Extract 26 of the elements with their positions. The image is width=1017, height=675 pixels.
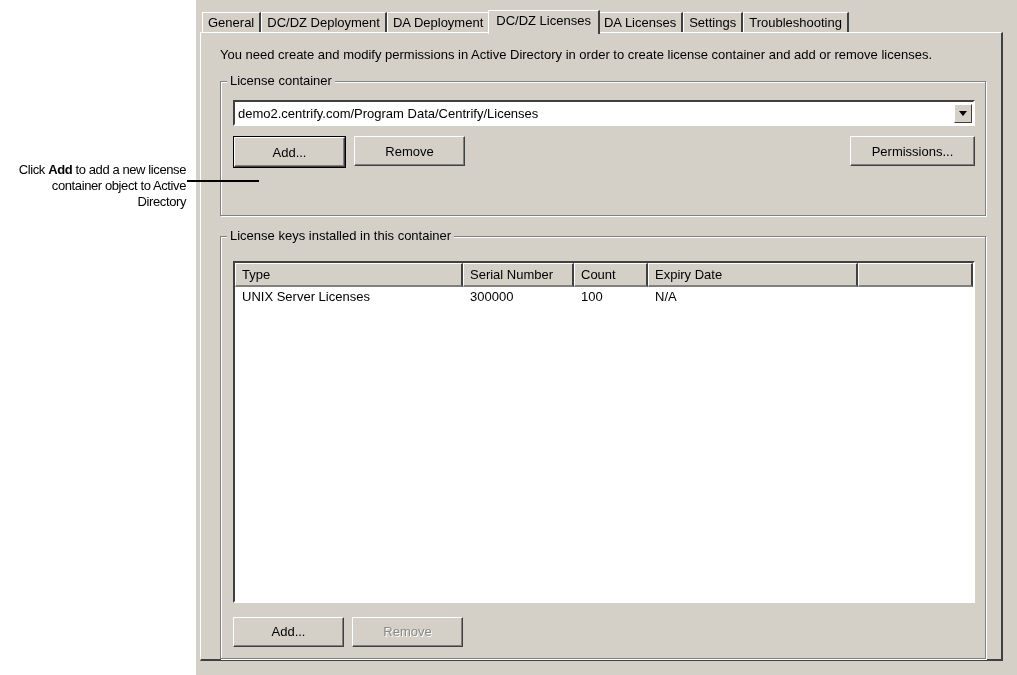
table-cell-text: UNIX Server Licenses bbox=[241, 288, 371, 306]
group-title: License container bbox=[227, 73, 335, 88]
add-button[interactable]: Add... bbox=[233, 616, 344, 647]
tab[interactable]: DC/DZ Deployment bbox=[261, 12, 387, 32]
container-dropdown[interactable]: demo2.centrify.com/Program Data/Centrify/Licenses bbox=[233, 100, 975, 126]
tab[interactable]: General bbox=[202, 12, 262, 32]
dropdown-value: demo2.centrify.com/Program Data/Centrify/Licenses bbox=[238, 105, 539, 121]
tab[interactable]: Troubleshooting bbox=[743, 12, 849, 32]
column-header[interactable]: Count bbox=[574, 262, 648, 287]
table-cell-text: N/A bbox=[654, 288, 678, 306]
intro-text: You need create and modify permissions in Active Directory in order to create license container and add or remove licenses. bbox=[220, 47, 933, 62]
tab[interactable]: DA Deployment bbox=[386, 12, 491, 32]
callout-text: Click Add to add a new license container object to Active Directory bbox=[17, 162, 186, 211]
column-header[interactable]: Expiry Date bbox=[648, 262, 858, 287]
add-button[interactable]: Remove bbox=[354, 136, 465, 166]
tab[interactable]: DC/DZ Licenses bbox=[488, 10, 600, 34]
column-header[interactable]: Serial Number bbox=[463, 262, 574, 287]
tab[interactable]: Settings bbox=[683, 12, 744, 32]
leader-line bbox=[187, 180, 259, 182]
add-button[interactable]: Add... bbox=[233, 136, 346, 168]
table-cell-text: 300000 bbox=[469, 288, 515, 306]
permissions-button[interactable]: Permissions... bbox=[850, 136, 975, 166]
column-header[interactable]: Type bbox=[235, 262, 463, 287]
tab[interactable]: DA Licenses bbox=[597, 12, 684, 32]
column-header[interactable] bbox=[858, 262, 973, 287]
table-cell-text: 100 bbox=[580, 288, 604, 306]
